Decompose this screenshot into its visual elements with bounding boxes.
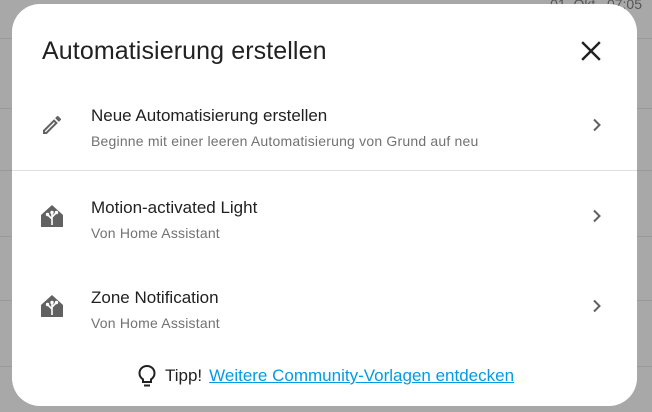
blueprint-item-zone-notification[interactable]: Zone Notification Von Home Assistant [12,268,637,348]
pencil-icon [38,111,66,139]
dialog-title: Automatisierung erstellen [42,37,327,65]
item-title: Motion-activated Light [91,198,258,217]
item-title: Zone Notification [91,288,219,307]
community-blueprints-link[interactable]: Weitere Community-Vorlagen entdecken [209,366,514,386]
chevron-right-icon [587,115,607,135]
home-assistant-icon [38,202,66,230]
dialog-header: Automatisierung erstellen [12,4,637,94]
lightbulb-icon [135,364,159,388]
blueprint-item-motion-light[interactable]: Motion-activated Light Von Home Assistan… [12,178,637,258]
item-subtitle: Beginne mit einer leeren Automatisierung… [91,133,479,149]
chevron-right-icon [587,296,607,316]
tip-footer: Tipp! Weitere Community-Vorlagen entdeck… [12,356,637,396]
section-divider [12,170,637,171]
chevron-right-icon [587,206,607,226]
close-icon [581,41,601,61]
close-button[interactable] [579,39,603,63]
item-title: Neue Automatisierung erstellen [91,106,328,125]
item-subtitle: Von Home Assistant [91,225,220,241]
create-automation-dialog: Automatisierung erstellen Neue Automatis… [12,4,637,406]
item-subtitle: Von Home Assistant [91,315,220,331]
new-automation-item[interactable]: Neue Automatisierung erstellen Beginne m… [12,86,637,166]
tip-label: Tipp! [164,366,203,385]
home-assistant-icon [38,292,66,320]
